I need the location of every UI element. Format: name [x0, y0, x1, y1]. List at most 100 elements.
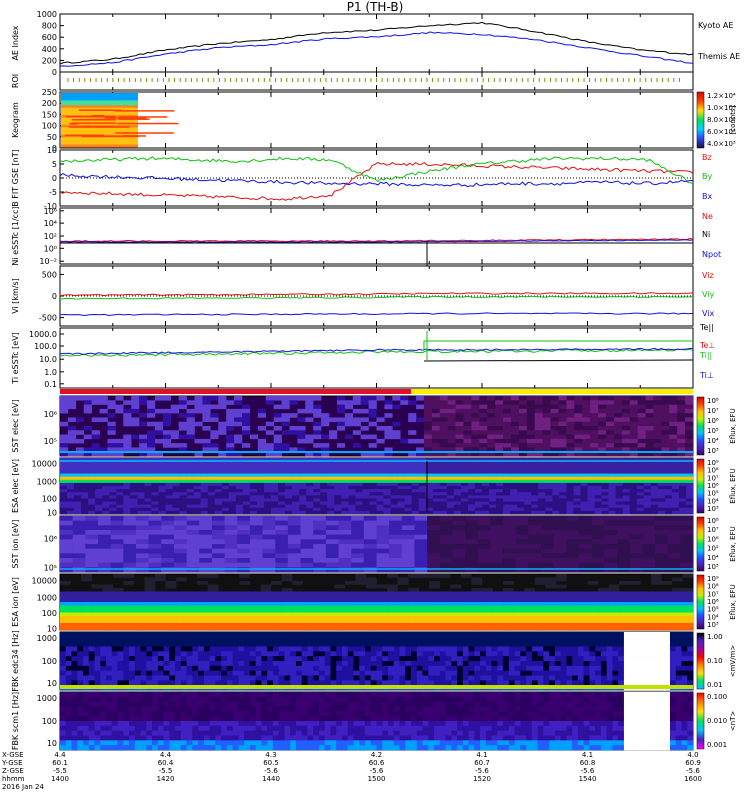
- esa_e-cell: [404, 479, 412, 484]
- fbk_e-cell: [284, 661, 291, 667]
- sst_e-cell: [495, 421, 504, 427]
- esa_i-cell: [524, 595, 536, 599]
- esa_e-cell: [538, 504, 546, 509]
- sst_e-cell: [455, 426, 464, 431]
- esa_i-cell: [439, 609, 451, 613]
- sst_e-cell: [598, 438, 607, 444]
- fbk_e-cell: [198, 651, 205, 657]
- fbk_e-cell: [157, 651, 164, 657]
- esa_e-cell: [200, 492, 208, 496]
- fbk_e-cell: [163, 661, 170, 667]
- sst_e-cell: [495, 408, 504, 414]
- sst_i-cell: [566, 567, 580, 573]
- esa_e-cell: [256, 464, 265, 468]
- sst_i-colorbar: [696, 516, 705, 572]
- esa_e-cell: [629, 495, 638, 499]
- esa_e-cell: [271, 492, 279, 496]
- sst_e-cell: [289, 430, 298, 435]
- esa_e-cell: [397, 495, 405, 499]
- sst_i-cell: [287, 558, 301, 563]
- esa_i-cell: [439, 626, 451, 631]
- sst_i-cell: [161, 562, 175, 568]
- esa_e-cell: [545, 507, 553, 512]
- esa_i-cell: [176, 616, 187, 620]
- esa_e-cell: [88, 470, 96, 474]
- fbk_e-cell: [169, 670, 176, 676]
- sst_e-cell: [645, 417, 654, 423]
- esa_i-colorbar-label: Eflux, EFU: [729, 584, 737, 619]
- sst_e-cell: [60, 408, 69, 414]
- esa_i-cell: [439, 619, 451, 624]
- sst_i-cell: [655, 520, 668, 526]
- esa_e-cell: [397, 467, 405, 471]
- sst_e-cell: [447, 396, 456, 401]
- sst_e-cell: [495, 413, 504, 418]
- esa_e-cell: [411, 464, 419, 468]
- sst_e-cell: [621, 417, 630, 423]
- fbk_e-cell: [163, 632, 170, 638]
- sst_e-cell: [352, 443, 361, 448]
- esa_e-cell: [228, 464, 237, 468]
- sst_i-cell: [414, 562, 428, 568]
- esa_i-cell: [365, 595, 377, 599]
- esa_e-cell: [566, 507, 574, 512]
- esa_e-cell: [671, 501, 680, 505]
- sst_e-cell: [234, 408, 243, 414]
- fbk_e-cell: [129, 636, 136, 642]
- esa_i-cell: [228, 609, 240, 613]
- esa_i-cell: [239, 574, 251, 578]
- esa_e-cell: [165, 470, 173, 474]
- esa_i-cell: [650, 626, 662, 631]
- esa_i-cell: [154, 602, 166, 606]
- esa_e-cell: [482, 498, 490, 502]
- esa_e-cell: [671, 504, 680, 509]
- esa_i-cell: [323, 616, 335, 620]
- esa_i-cell: [334, 598, 346, 603]
- sst_i-cell: [452, 539, 466, 545]
- esa_i-cell: [302, 626, 314, 631]
- fbk_e-cell: [60, 636, 67, 642]
- esa_i-cell: [355, 626, 367, 631]
- fbk_e-cell: [215, 670, 222, 676]
- sst_e-cell: [162, 408, 172, 414]
- sst_e-cell: [621, 438, 630, 444]
- esa_i-cell: [144, 598, 156, 603]
- sst_i-cell: [376, 530, 390, 535]
- esa_e-cell: [657, 498, 666, 502]
- sst_e-cell: [605, 396, 615, 401]
- fbk_e-cell: [295, 670, 302, 676]
- sst_i-cell: [667, 544, 681, 549]
- fbk_e-cell: [88, 636, 95, 642]
- sst_e-cell: [241, 404, 251, 410]
- esa_e-cell: [559, 482, 567, 487]
- sst_i-cell: [186, 534, 200, 540]
- esa_e-cell: [678, 489, 687, 493]
- sst_i-cell: [629, 530, 643, 535]
- esa_e-cell: [467, 498, 476, 502]
- esa_e-cell: [158, 467, 166, 471]
- esa_e-cell: [292, 470, 300, 474]
- keogram-streak: [86, 118, 117, 121]
- sst_i-cell: [363, 562, 377, 568]
- esa_e-cell: [179, 476, 187, 481]
- fbk_e-cell: [295, 636, 302, 642]
- sst_i-cell: [72, 516, 86, 521]
- sst_i-cell: [629, 562, 643, 568]
- esa_e-cell: [137, 501, 145, 505]
- sst_e-cell: [329, 434, 338, 440]
- sst_i-cell: [72, 553, 86, 559]
- sst_e-cell: [574, 426, 583, 431]
- esa_e-cell: [397, 476, 405, 481]
- esa_e-cell: [643, 464, 652, 468]
- sst_e-ylabel: SST elec [eV]: [11, 399, 20, 452]
- esa_e-cell: [242, 470, 251, 474]
- sst_i-cell: [553, 544, 567, 549]
- esa_e-cell: [313, 464, 321, 468]
- esa_e-cell: [214, 507, 223, 512]
- fbk_e-cell: [272, 651, 279, 657]
- esa_i-cell: [661, 626, 673, 631]
- esa_e-cell: [158, 495, 166, 499]
- sst_e-cell: [384, 413, 393, 418]
- fbk_e-cell: [65, 665, 72, 671]
- esa_e-cell: [256, 504, 265, 509]
